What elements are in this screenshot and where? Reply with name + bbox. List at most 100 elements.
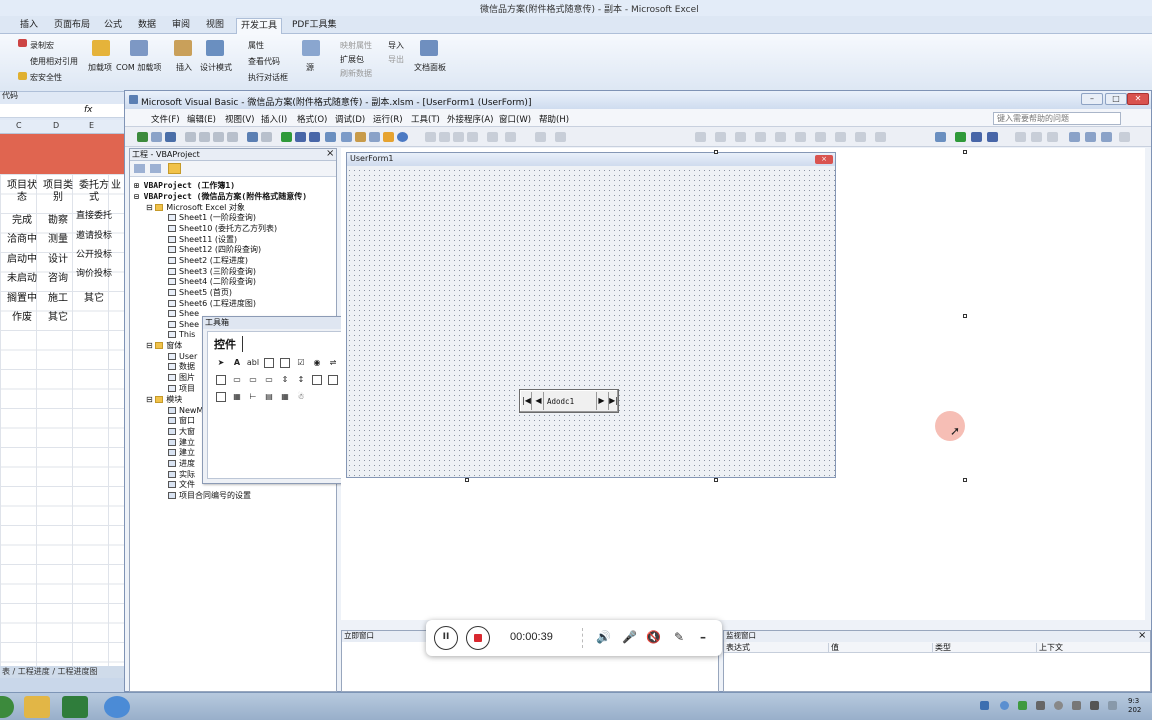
resize-handle[interactable] bbox=[963, 478, 967, 482]
toggle-folders-icon[interactable] bbox=[168, 163, 181, 174]
tree-item[interactable]: This bbox=[168, 330, 195, 340]
break-icon[interactable] bbox=[295, 132, 306, 142]
tree-item[interactable]: 图片 bbox=[168, 373, 195, 383]
design-mode-toggle-icon[interactable] bbox=[325, 132, 336, 142]
resize-handle[interactable] bbox=[963, 314, 967, 318]
help-search-input[interactable]: 键入需要帮助的问题 bbox=[993, 112, 1121, 125]
immediate-icon[interactable] bbox=[1085, 132, 1096, 142]
design-mode-button[interactable]: 设计模式 bbox=[200, 62, 232, 73]
undo-icon[interactable] bbox=[247, 132, 258, 142]
macro-security-button[interactable]: 宏安全性 bbox=[30, 72, 62, 83]
toolbox-window[interactable]: 工具箱 × 控件 ➤ A abl ☑ ◉ ⇌ ▭ ▭ ▭ ⇕ ↕ ▦ ⊢ ▤ ▦… bbox=[202, 316, 354, 484]
cell[interactable]: 设计 bbox=[40, 254, 76, 266]
format-icon[interactable] bbox=[695, 132, 706, 142]
close-icon[interactable]: × bbox=[326, 149, 334, 159]
tree-item[interactable]: Shee bbox=[168, 320, 199, 330]
chart-tool-icon[interactable]: ▤ bbox=[264, 392, 274, 402]
reset-icon[interactable] bbox=[987, 132, 998, 142]
cell[interactable]: 邀请投标 bbox=[76, 230, 112, 242]
toolbox-icon[interactable] bbox=[383, 132, 394, 142]
zoom-icon[interactable] bbox=[505, 132, 516, 142]
adodc-control[interactable]: |◀ ◀ Adodc1 ▶ ▶| bbox=[519, 389, 619, 413]
debug-icon[interactable] bbox=[1031, 132, 1042, 142]
format-icon[interactable] bbox=[795, 132, 806, 142]
menu-file[interactable]: 文件(F) bbox=[151, 113, 180, 125]
tree-item[interactable]: 实际 bbox=[168, 470, 195, 480]
center-icon[interactable] bbox=[439, 132, 450, 142]
format-icon[interactable] bbox=[735, 132, 746, 142]
resize-handle[interactable] bbox=[963, 150, 967, 154]
first-record-icon[interactable]: |◀ bbox=[522, 392, 532, 410]
import-button[interactable]: 导入 bbox=[388, 40, 404, 51]
object-browser-icon[interactable] bbox=[369, 132, 380, 142]
userform-canvas[interactable]: UserForm1 × |◀ ◀ Adodc1 ▶ ▶| bbox=[346, 152, 836, 478]
insert-controls-button[interactable]: 插入 bbox=[176, 62, 192, 73]
order-icon[interactable] bbox=[487, 132, 498, 142]
user-control-icon[interactable]: ☃ bbox=[296, 392, 306, 402]
tree-item[interactable]: Sheet12 (四阶段查询) bbox=[168, 245, 261, 255]
watch-col-expression[interactable]: 表达式 bbox=[724, 643, 828, 653]
menu-view[interactable]: 视图(V) bbox=[225, 113, 254, 125]
project-explorer-icon[interactable] bbox=[341, 132, 352, 142]
copy-icon[interactable] bbox=[199, 132, 210, 142]
scrollbar-tool-icon[interactable]: ⇕ bbox=[280, 375, 290, 385]
insert-userform-icon[interactable] bbox=[151, 132, 162, 142]
cell[interactable]: 公开投标 bbox=[76, 249, 112, 261]
grid-tool-icon[interactable]: ▦ bbox=[232, 392, 242, 402]
debug-icon[interactable] bbox=[1015, 132, 1026, 142]
adodc-tool-icon[interactable] bbox=[216, 392, 226, 402]
group-icon[interactable] bbox=[467, 132, 478, 142]
volume-icon[interactable] bbox=[1054, 701, 1063, 710]
column-header[interactable]: D bbox=[53, 121, 59, 130]
treeview-tool-icon[interactable]: ⊢ bbox=[248, 392, 258, 402]
tree-item[interactable]: User bbox=[168, 352, 197, 362]
textbox-tool-icon[interactable]: abl bbox=[246, 358, 260, 368]
togglebutton-tool-icon[interactable]: ⇌ bbox=[328, 358, 338, 368]
record-macro-button[interactable]: 录制宏 bbox=[30, 40, 54, 51]
tree-item[interactable]: Sheet2 (工程进度) bbox=[168, 256, 248, 266]
tree-item[interactable]: Sheet4 (二阶段查询) bbox=[168, 277, 256, 287]
debug-icon[interactable] bbox=[1047, 132, 1058, 142]
watch-icon[interactable] bbox=[1101, 132, 1112, 142]
tree-item[interactable]: 大窗 bbox=[168, 427, 195, 437]
expansion-pack-button[interactable]: 扩展包 bbox=[340, 54, 364, 65]
tray-icon[interactable] bbox=[1000, 701, 1009, 710]
close-icon[interactable]: ✕ bbox=[1127, 93, 1149, 105]
minimize-icon[interactable]: – bbox=[1081, 93, 1103, 105]
tree-item[interactable]: 项目合同编号的设置 bbox=[168, 491, 251, 501]
tree-folder[interactable]: ⊟ Microsoft Excel 对象 bbox=[146, 203, 245, 213]
tree-item[interactable]: 窗口 bbox=[168, 416, 195, 426]
start-icon[interactable] bbox=[0, 696, 14, 718]
call-stack-icon[interactable] bbox=[1119, 132, 1130, 142]
tree-item[interactable]: 文件 bbox=[168, 480, 195, 490]
view-excel-icon[interactable] bbox=[137, 132, 148, 142]
label-tool-icon[interactable]: A bbox=[232, 358, 242, 368]
cell[interactable]: 咨询 bbox=[40, 273, 76, 285]
format-icon[interactable] bbox=[875, 132, 886, 142]
datagrid-tool-icon[interactable]: ▦ bbox=[280, 392, 290, 402]
indent-icon[interactable] bbox=[535, 132, 546, 142]
format-icon[interactable] bbox=[815, 132, 826, 142]
image-tool-icon[interactable] bbox=[312, 375, 322, 385]
format-icon[interactable] bbox=[755, 132, 766, 142]
spacing-icon[interactable] bbox=[555, 132, 566, 142]
tree-item[interactable]: 数据 bbox=[168, 362, 195, 372]
cell[interactable]: 搁置中 bbox=[4, 293, 40, 305]
toolbox-title[interactable]: 工具箱 bbox=[203, 317, 353, 329]
tab-formulas[interactable]: 公式 bbox=[100, 18, 126, 34]
format-icon[interactable] bbox=[775, 132, 786, 142]
tree-item[interactable]: 建立 bbox=[168, 448, 195, 458]
last-record-icon[interactable]: ▶| bbox=[608, 392, 618, 410]
watch-col-context[interactable]: 上下文 bbox=[1036, 643, 1136, 653]
pause-button[interactable]: II bbox=[434, 626, 458, 650]
cell[interactable]: 测量 bbox=[40, 234, 76, 246]
cell[interactable]: 作废 bbox=[4, 312, 40, 324]
format-icon[interactable] bbox=[715, 132, 726, 142]
size-icon[interactable] bbox=[453, 132, 464, 142]
tree-item[interactable]: Sheet10 (委托方乙方列表) bbox=[168, 224, 277, 234]
paste-icon[interactable] bbox=[213, 132, 224, 142]
export-button[interactable]: 导出 bbox=[388, 54, 404, 65]
tree-folder[interactable]: ⊟ 窗体 bbox=[146, 341, 182, 351]
pointer-icon[interactable]: ➤ bbox=[216, 358, 226, 368]
formula-bar[interactable]: fx bbox=[0, 104, 124, 118]
